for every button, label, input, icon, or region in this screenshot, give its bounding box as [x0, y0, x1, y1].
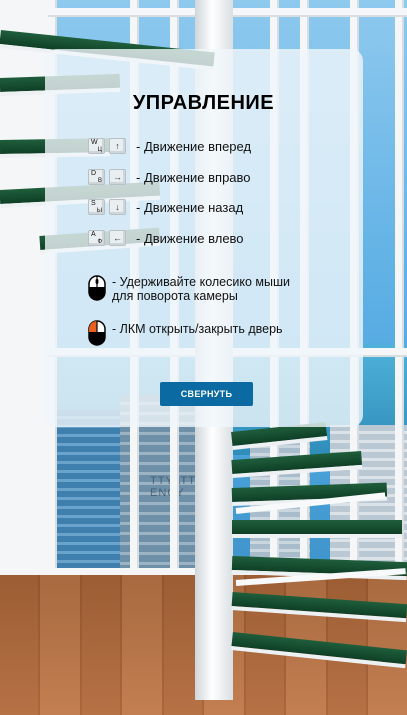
control-label: - Движение вправо: [136, 169, 251, 185]
mouse-left-click-icon: [88, 320, 106, 346]
key-s: SЫ: [88, 199, 105, 215]
control-row-forward: WЦ ↑ - Движение вперед: [88, 138, 251, 154]
window-mullion: [395, 0, 404, 590]
control-row-left: AФ ← - Движение влево: [88, 230, 244, 246]
arrow-up-icon: ↑: [109, 138, 126, 154]
control-row-back: SЫ ↓ - Движение назад: [88, 199, 243, 215]
control-row-camera: - Удерживайте колесико мыши для поворота…: [88, 275, 290, 303]
mouse-wheel-icon: [88, 275, 106, 301]
stair-tread: [232, 520, 402, 538]
arrow-left-icon: ←: [109, 230, 126, 246]
control-label: - Движение назад: [136, 199, 244, 215]
control-label: - Удерживайте колесико мыши для поворота…: [112, 275, 290, 303]
control-label: - Движение вперед: [136, 138, 252, 154]
arrow-right-icon: →: [109, 169, 126, 185]
control-label: - Движение влево: [136, 230, 244, 246]
key-a: AФ: [88, 230, 105, 246]
key-w: WЦ: [88, 138, 105, 154]
key-d: DВ: [88, 169, 105, 185]
panel-title: УПРАВЛЕНИЕ: [132, 92, 275, 114]
collapse-button[interactable]: СВЕРНУТЬ: [160, 382, 253, 406]
building: [48, 410, 128, 580]
arrow-down-icon: ↓: [109, 199, 126, 215]
control-row-door: - ЛКМ открыть/закрыть дверь: [88, 320, 283, 346]
control-label: - ЛКМ открыть/закрыть дверь: [112, 322, 283, 336]
control-row-right: DВ → - Движение вправо: [88, 169, 251, 185]
